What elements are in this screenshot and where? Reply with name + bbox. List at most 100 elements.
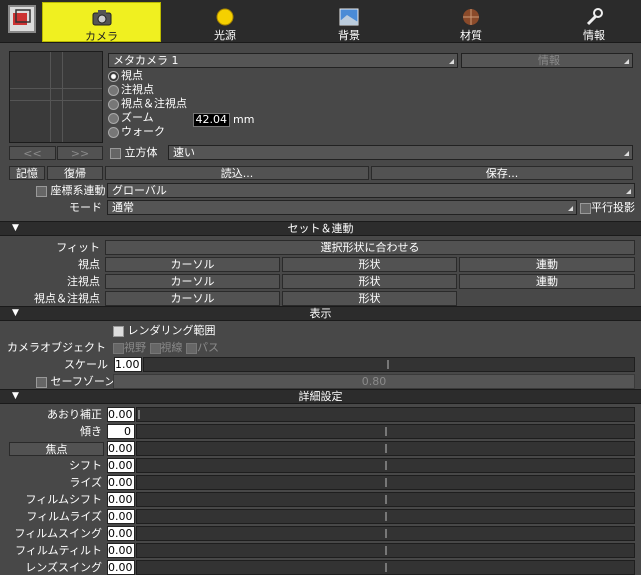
path-checkbox[interactable]: パス xyxy=(186,341,219,354)
detail-row-label: シフト xyxy=(69,459,102,472)
safe-zone-slider[interactable]: 0.80 xyxy=(113,374,635,389)
prev-camera-button[interactable]: << xyxy=(9,146,56,160)
detail-row-label: フィルムスイング xyxy=(14,527,102,540)
detail-row-slider[interactable] xyxy=(136,560,635,575)
safe-zone-checkbox[interactable]: セーフゾーン xyxy=(36,375,115,388)
tab-bar: カメラ 光源 背景 材質 情報 xyxy=(0,0,641,43)
viewpoint-shape-button[interactable]: 形状 xyxy=(282,257,457,272)
scale-input[interactable]: 1.00 xyxy=(114,357,142,372)
next-camera-button[interactable]: >> xyxy=(57,146,103,160)
tab-info[interactable]: 情報 xyxy=(535,2,641,42)
tab-label: 背景 xyxy=(338,29,360,42)
mode-select[interactable]: 通常 xyxy=(107,200,577,215)
target-label: 注視点 xyxy=(67,275,100,288)
tab-camera[interactable]: カメラ xyxy=(42,2,161,43)
detail-row-value[interactable]: 0.00 xyxy=(107,475,135,490)
render-range-checkbox[interactable]: レンダリング範囲 xyxy=(113,324,216,337)
coord-select[interactable]: グローバル xyxy=(107,183,635,198)
display-header[interactable]: ▼ 表示 xyxy=(0,306,641,321)
detail-row-label: フィルムシフト xyxy=(25,493,102,506)
detail-row-slider[interactable] xyxy=(136,526,635,541)
detail-row-slider[interactable] xyxy=(136,475,635,490)
tab-label: カメラ xyxy=(85,30,118,43)
detail-row-slider[interactable] xyxy=(136,424,635,439)
slider-thumb[interactable] xyxy=(385,478,387,487)
zoom-input[interactable]: 42.04 xyxy=(193,113,230,127)
slider-thumb[interactable] xyxy=(385,546,387,555)
detail-row-slider[interactable] xyxy=(136,492,635,507)
slider-thumb[interactable] xyxy=(385,563,387,572)
detail-row-value[interactable]: 0.00 xyxy=(107,543,135,558)
target-shape-button[interactable]: 形状 xyxy=(282,274,457,289)
wrench-icon xyxy=(586,8,603,26)
detail-row-slider[interactable] xyxy=(136,509,635,524)
viewpoint-cursor-button[interactable]: カーソル xyxy=(105,257,280,272)
camera-name-select[interactable]: メタカメラ 1 xyxy=(108,53,458,68)
detail-header[interactable]: ▼ 詳細設定 xyxy=(0,389,641,404)
slider-thumb[interactable] xyxy=(385,427,387,436)
fit-selection-button[interactable]: 選択形状に合わせる xyxy=(105,240,635,255)
detail-row-label: フィルムライズ xyxy=(26,510,102,523)
scale-slider[interactable] xyxy=(143,357,635,372)
detail-row-label: レンズスイング xyxy=(25,561,102,574)
camera-object-label: カメラオブジェクト xyxy=(7,341,106,354)
detail-row-value[interactable]: 0.00 xyxy=(107,458,135,473)
tab-background[interactable]: 背景 xyxy=(290,2,408,42)
viewpoint-target-label: 視点＆注視点 xyxy=(34,292,100,305)
slider-thumb[interactable] xyxy=(138,410,140,419)
parallel-projection-checkbox[interactable]: 平行投影 xyxy=(580,201,635,214)
slider-thumb[interactable] xyxy=(385,512,387,521)
tab-label: 光源 xyxy=(214,29,236,42)
detail-row-value[interactable]: 0.00 xyxy=(107,407,135,422)
detail-row-slider[interactable] xyxy=(136,543,635,558)
viewpoint-target-cursor-button[interactable]: カーソル xyxy=(105,291,280,306)
sight-checkbox[interactable]: 視線 xyxy=(149,341,183,354)
detail-row-value[interactable]: 0.00 xyxy=(107,492,135,507)
stereo-checkbox[interactable]: 立方体 xyxy=(110,146,158,159)
visibility-checkbox[interactable]: 視野 xyxy=(113,341,146,354)
background-icon xyxy=(339,8,359,26)
sun-icon xyxy=(216,8,234,26)
slider-thumb[interactable] xyxy=(385,444,387,453)
radio-viewpoint[interactable]: 視点 xyxy=(108,69,308,83)
radio-walk[interactable]: ウォーク xyxy=(108,125,308,139)
detail-row-label: あおり補正 xyxy=(47,408,102,421)
viewpoint-label: 視点 xyxy=(78,258,100,271)
detail-row-value[interactable]: 0.00 xyxy=(107,441,135,456)
slider-thumb[interactable] xyxy=(385,461,387,470)
material-sphere-icon xyxy=(463,9,479,25)
detail-row-value[interactable]: 0 xyxy=(107,424,135,439)
target-cursor-button[interactable]: カーソル xyxy=(105,274,280,289)
camera-info-select[interactable]: 情報 xyxy=(461,53,633,68)
set-link-header[interactable]: ▼ セット＆連動 xyxy=(0,221,641,236)
viewpoint-link-button[interactable]: 連動 xyxy=(459,257,635,272)
camera-preview[interactable] xyxy=(9,51,103,143)
focus-button[interactable]: 焦点 xyxy=(9,442,104,456)
detail-row-slider[interactable] xyxy=(136,458,635,473)
detail-row-label: フィルムティルト xyxy=(15,544,102,557)
zoom-unit: mm xyxy=(233,113,255,126)
detail-row-label: 傾き xyxy=(80,425,102,438)
restore-button[interactable]: 復帰 xyxy=(47,166,103,180)
detail-row-slider[interactable] xyxy=(136,407,635,422)
memory-button[interactable]: 記憶 xyxy=(9,166,45,180)
speed-select[interactable]: 速い xyxy=(168,145,633,160)
slider-thumb[interactable] xyxy=(385,495,387,504)
viewpoint-target-shape-button[interactable]: 形状 xyxy=(282,291,457,306)
slider-thumb[interactable] xyxy=(385,529,387,538)
detail-row-value[interactable]: 0.00 xyxy=(107,560,135,575)
tab-material[interactable]: 材質 xyxy=(412,2,530,42)
tab-light[interactable]: 光源 xyxy=(165,2,285,42)
detail-row-value[interactable]: 0.00 xyxy=(107,526,135,541)
radio-target[interactable]: 注視点 xyxy=(108,83,308,97)
coord-link-checkbox[interactable]: 座標系連動 xyxy=(36,184,106,197)
tab-label: 材質 xyxy=(460,29,482,42)
detail-row-slider[interactable] xyxy=(136,441,635,456)
target-link-button[interactable]: 連動 xyxy=(459,274,635,289)
load-button[interactable]: 読込... xyxy=(105,166,369,180)
detail-row-value[interactable]: 0.00 xyxy=(107,509,135,524)
save-button[interactable]: 保存... xyxy=(371,166,633,180)
radio-viewpoint-target[interactable]: 視点＆注視点 xyxy=(108,97,308,111)
tab-label: 情報 xyxy=(583,29,605,42)
app-icon[interactable] xyxy=(8,5,36,33)
